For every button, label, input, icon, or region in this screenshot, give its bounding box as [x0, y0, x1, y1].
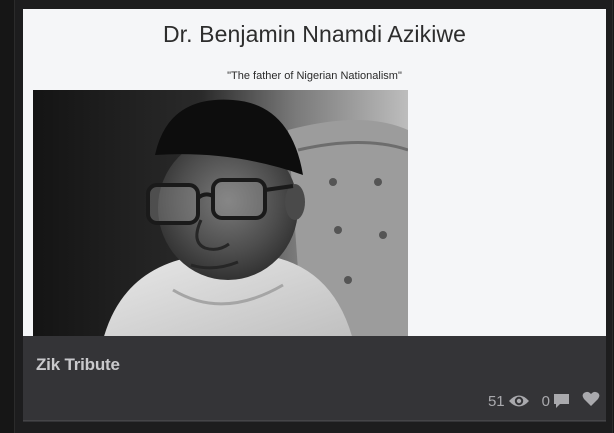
eye-icon	[508, 393, 530, 409]
heart-icon[interactable]	[582, 391, 600, 411]
divider	[23, 420, 606, 421]
comment-icon	[553, 393, 570, 409]
comments-count: 0	[541, 392, 550, 410]
preview-subtitle: "The father of Nigerian Nationalism"	[227, 70, 402, 82]
views-stat[interactable]: 51	[488, 393, 530, 410]
comments-stat[interactable]: 0	[542, 393, 570, 410]
pen-card: Dr. Benjamin Nnamdi Azikiwe "The father …	[14, 0, 613, 433]
pen-preview[interactable]: Dr. Benjamin Nnamdi Azikiwe "The father …	[23, 9, 606, 336]
views-count: 51	[487, 392, 505, 410]
portrait-image	[33, 90, 408, 336]
pen-title[interactable]: Zik Tribute	[36, 355, 120, 375]
preview-heading: Dr. Benjamin Nnamdi Azikiwe	[162, 21, 467, 47]
pen-info-bar: Zik Tribute 51 0	[23, 336, 606, 422]
pen-stats: 51 0	[488, 388, 606, 414]
